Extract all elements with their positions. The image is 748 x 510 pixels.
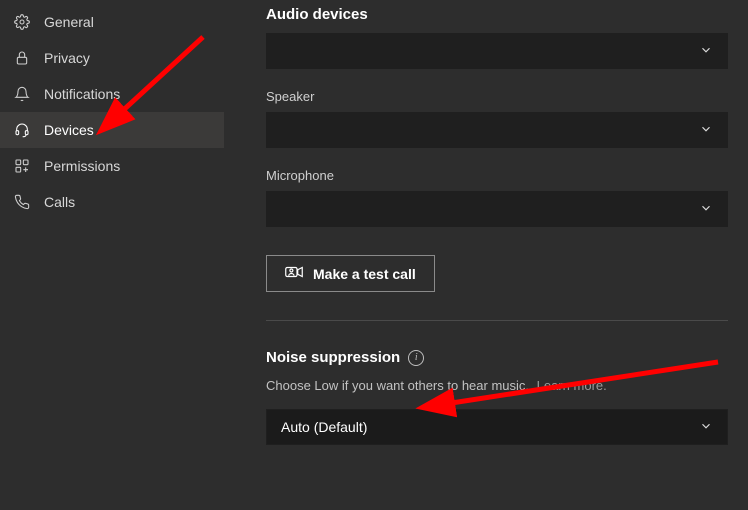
microphone-label: Microphone (266, 168, 728, 183)
apps-icon (12, 156, 32, 176)
noise-suppression-help: Choose Low if you want others to hear mu… (266, 378, 728, 393)
sidebar-item-privacy[interactable]: Privacy (0, 40, 224, 76)
sidebar-item-permissions[interactable]: Permissions (0, 148, 224, 184)
lock-icon (12, 48, 32, 68)
noise-suppression-title: Noise suppression (266, 349, 400, 366)
settings-main-panel: Audio devices Speaker Microphone Make a … (224, 0, 748, 510)
video-person-icon (285, 265, 303, 282)
sidebar-item-notifications[interactable]: Notifications (0, 76, 224, 112)
speaker-label: Speaker (266, 89, 728, 104)
sidebar-item-general[interactable]: General (0, 4, 224, 40)
sidebar-item-label: Calls (44, 194, 75, 210)
sidebar-item-label: Privacy (44, 50, 90, 66)
speaker-select[interactable] (266, 112, 728, 148)
chevron-down-icon (699, 122, 713, 139)
chevron-down-icon (699, 419, 713, 436)
sidebar-item-calls[interactable]: Calls (0, 184, 224, 220)
learn-more-link[interactable]: Learn more. (537, 378, 607, 393)
noise-suppression-value: Auto (Default) (281, 419, 367, 435)
bell-icon (12, 84, 32, 104)
settings-sidebar: General Privacy Notifications Devices Pe… (0, 0, 224, 510)
gear-icon (12, 12, 32, 32)
chevron-down-icon (699, 43, 713, 60)
audio-devices-title: Audio devices (266, 6, 728, 23)
sidebar-item-devices[interactable]: Devices (0, 112, 224, 148)
sidebar-item-label: Devices (44, 122, 94, 138)
noise-suppression-select[interactable]: Auto (Default) (266, 409, 728, 445)
headset-icon (12, 120, 32, 140)
microphone-select[interactable] (266, 191, 728, 227)
make-test-call-button[interactable]: Make a test call (266, 255, 435, 292)
sidebar-item-label: Notifications (44, 86, 120, 102)
chevron-down-icon (699, 201, 713, 218)
make-test-call-label: Make a test call (313, 266, 416, 282)
sidebar-item-label: Permissions (44, 158, 120, 174)
audio-devices-select[interactable] (266, 33, 728, 69)
phone-icon (12, 192, 32, 212)
sidebar-item-label: General (44, 14, 94, 30)
section-divider (266, 320, 728, 321)
info-icon[interactable]: i (408, 350, 424, 366)
